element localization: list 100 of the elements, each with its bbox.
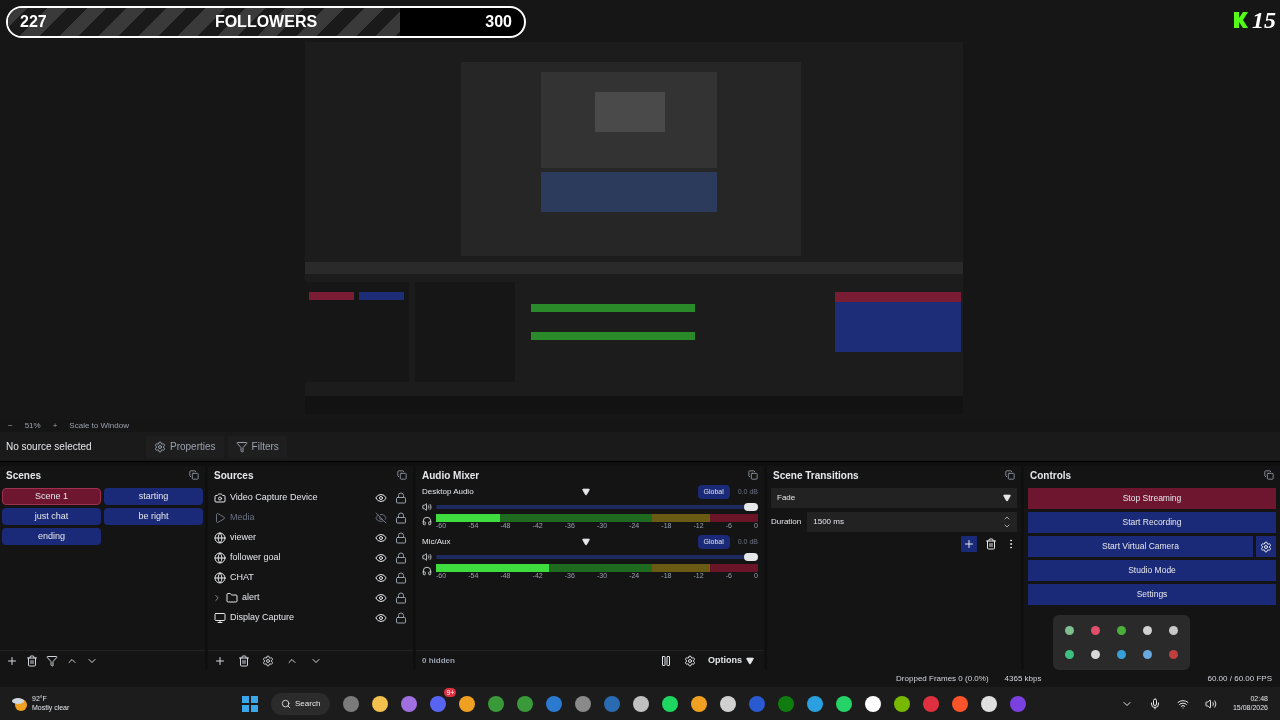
- settings-icon[interactable]: [684, 654, 696, 667]
- tray-app-icon[interactable]: [1142, 626, 1152, 636]
- taskbar-app-icon[interactable]: [807, 695, 824, 712]
- scene-item[interactable]: starting: [104, 488, 203, 505]
- undock-icon[interactable]: [748, 470, 758, 480]
- volume-icon[interactable]: [422, 552, 432, 562]
- settings-icon[interactable]: [262, 654, 274, 667]
- visibility-icon[interactable]: [375, 532, 387, 544]
- taskbar-app-icon[interactable]: [372, 695, 389, 712]
- visibility-icon[interactable]: [375, 612, 387, 624]
- visibility-icon[interactable]: [375, 492, 387, 504]
- context-button[interactable]: Properties: [146, 435, 224, 458]
- scale-mode-dropdown[interactable]: Scale to Window: [69, 420, 160, 432]
- scene-item[interactable]: Scene 1: [2, 488, 101, 505]
- scene-item[interactable]: just chat: [2, 508, 101, 525]
- source-item[interactable]: Media: [214, 508, 407, 528]
- control-button[interactable]: Studio Mode: [1028, 560, 1276, 581]
- lock-icon[interactable]: [395, 572, 407, 584]
- decrement-icon[interactable]: [1003, 522, 1011, 530]
- add-icon[interactable]: [6, 654, 18, 667]
- source-item[interactable]: viewer: [214, 528, 407, 548]
- options-button[interactable]: Options: [708, 653, 754, 668]
- tray-app-icon[interactable]: [1065, 626, 1075, 636]
- scene-item[interactable]: be right: [104, 508, 203, 525]
- network-icon[interactable]: [1176, 697, 1189, 710]
- tray-app-icon[interactable]: [1091, 649, 1101, 659]
- source-item[interactable]: follower goal: [214, 548, 407, 568]
- tray-app-icon[interactable]: [1117, 626, 1126, 636]
- add-icon[interactable]: [214, 654, 226, 667]
- taskbar-app-icon[interactable]: [865, 695, 882, 712]
- camera-icon: [214, 492, 226, 504]
- volume-icon[interactable]: [1204, 697, 1217, 710]
- volume-thumb[interactable]: [744, 503, 758, 511]
- delete-icon[interactable]: [238, 654, 250, 667]
- undock-icon[interactable]: [397, 470, 407, 480]
- source-item[interactable]: alert: [214, 588, 407, 608]
- tray-app-icon[interactable]: [1168, 626, 1178, 636]
- expand-icon[interactable]: [212, 593, 222, 603]
- goal-label: FOLLOWERS: [214, 12, 318, 32]
- undock-icon[interactable]: [189, 470, 199, 480]
- taskbar-app-icon[interactable]: [691, 695, 708, 712]
- visibility-icon[interactable]: [375, 592, 387, 604]
- taskbar-app-icon[interactable]: [981, 695, 998, 712]
- control-button[interactable]: Start Virtual Camera: [1028, 536, 1253, 557]
- taskbar-app-icon[interactable]: [633, 695, 650, 712]
- scene-item[interactable]: ending: [2, 528, 101, 545]
- taskbar-app-icon[interactable]: [720, 695, 737, 712]
- increment-icon[interactable]: [1003, 514, 1011, 522]
- tray-app-icon[interactable]: [1142, 649, 1152, 659]
- dropdown-caret-icon: [1003, 494, 1011, 502]
- virtual-camera-settings-button[interactable]: [1256, 536, 1276, 557]
- filter-icon[interactable]: [46, 654, 58, 667]
- microphone-icon[interactable]: [1148, 697, 1161, 710]
- tray-app-icon[interactable]: [1117, 649, 1126, 659]
- control-button[interactable]: Stop Streaming: [1028, 488, 1276, 509]
- lock-icon[interactable]: [395, 512, 407, 524]
- zoom-out-button[interactable]: −: [8, 420, 13, 432]
- dropdown-caret-icon[interactable]: [582, 538, 590, 546]
- windows-start-icon[interactable]: [242, 695, 258, 712]
- taskbar-app-icon[interactable]: [662, 695, 679, 712]
- volume-slider[interactable]: [436, 555, 758, 559]
- volume-slider[interactable]: [436, 505, 758, 509]
- source-item[interactable]: Video Capture Device: [214, 488, 407, 508]
- volume-icon[interactable]: [422, 502, 432, 512]
- lock-icon[interactable]: [395, 552, 407, 564]
- panel-title: Scenes: [6, 468, 42, 483]
- hidden-icon[interactable]: [375, 512, 387, 524]
- undock-icon[interactable]: [1264, 470, 1274, 480]
- source-item[interactable]: CHAT: [214, 568, 407, 588]
- pause-icon[interactable]: [660, 654, 672, 667]
- visibility-icon[interactable]: [375, 552, 387, 564]
- control-button[interactable]: Start Recording: [1028, 512, 1276, 533]
- transition-dropdown[interactable]: Fade: [771, 488, 1017, 508]
- display-icon: [214, 612, 226, 624]
- lock-icon[interactable]: [395, 592, 407, 604]
- delete-icon[interactable]: [26, 654, 38, 667]
- search-field[interactable]: Search: [271, 692, 331, 715]
- source-name: Display Capture: [230, 611, 296, 625]
- control-button[interactable]: Settings: [1028, 584, 1276, 605]
- duration-field[interactable]: 1500 ms: [807, 512, 1017, 532]
- add-transition-button[interactable]: [961, 536, 977, 552]
- dropdown-caret-icon[interactable]: [582, 488, 590, 496]
- weather-icon: [12, 696, 28, 711]
- follower-count: 227: [20, 12, 47, 32]
- goal-target: 300: [485, 12, 512, 32]
- undock-icon[interactable]: [1005, 470, 1015, 480]
- lock-icon[interactable]: [395, 532, 407, 544]
- taskbar-app-icon[interactable]: [894, 695, 911, 712]
- taskbar-app-icon[interactable]: [836, 695, 853, 712]
- taskbar-app-icon[interactable]: [459, 695, 476, 712]
- plus-icon: [963, 538, 975, 550]
- context-button[interactable]: Filters: [227, 435, 287, 458]
- source-item[interactable]: Display Capture: [214, 608, 407, 628]
- lock-icon[interactable]: [395, 492, 407, 504]
- delete-icon[interactable]: [985, 538, 997, 550]
- tray-app-icon[interactable]: [1065, 649, 1075, 659]
- visibility-icon[interactable]: [375, 572, 387, 584]
- lock-icon[interactable]: [395, 612, 407, 624]
- zoom-in-button[interactable]: +: [52, 420, 58, 432]
- volume-thumb[interactable]: [744, 553, 758, 561]
